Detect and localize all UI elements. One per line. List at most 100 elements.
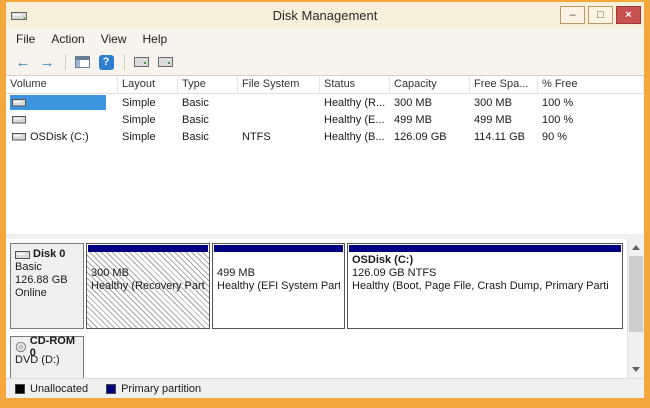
forward-button[interactable]: →: [36, 51, 58, 73]
disk-name: Disk 0: [33, 248, 65, 260]
cdrom-0-label[interactable]: CD-ROM 0 DVD (D:): [10, 336, 84, 378]
disk-0-partitions: 300 MB Healthy (Recovery Parti 499 MB He…: [86, 243, 623, 329]
legend-label: Primary partition: [121, 383, 201, 395]
toolbar-separator: [65, 54, 66, 70]
disk-status: Online: [15, 287, 79, 300]
menu-view[interactable]: View: [93, 30, 135, 48]
free-space-cell: 499 MB: [470, 114, 538, 126]
free-space-cell: 300 MB: [470, 97, 538, 109]
vertical-scrollbar[interactable]: [627, 239, 644, 378]
volume-selection: [10, 95, 106, 110]
back-icon: ←: [16, 55, 31, 70]
layout-cell: Simple: [118, 97, 178, 109]
volume-row-efi[interactable]: Simple Basic Healthy (E... 499 MB 499 MB…: [6, 111, 644, 128]
legend-bar: Unallocated Primary partition: [6, 378, 644, 398]
status-cell: Healthy (B...: [320, 131, 390, 143]
scroll-up-button[interactable]: [628, 239, 644, 256]
partition-size: 300 MB: [91, 267, 205, 280]
primary-partition-swatch: [106, 384, 116, 394]
type-cell: Basic: [178, 131, 238, 143]
unallocated-swatch: [15, 384, 25, 394]
partition-color-band: [88, 245, 208, 252]
column-header-type[interactable]: Type: [178, 76, 238, 93]
volume-icon: [12, 97, 26, 108]
capacity-cell: 499 MB: [390, 114, 470, 126]
scroll-up-icon: [632, 245, 640, 250]
capacity-cell: 126.09 GB: [390, 131, 470, 143]
menu-action[interactable]: Action: [43, 30, 92, 48]
free-space-cell: 114.11 GB: [470, 131, 538, 143]
file-system-cell: NTFS: [238, 131, 320, 143]
volume-cell: [6, 95, 118, 110]
volume-cell: OSDisk (C:): [6, 129, 118, 144]
toolbar-separator: [124, 54, 125, 70]
scroll-down-button[interactable]: [628, 361, 644, 378]
app-icon disk-icon[interactable]: [11, 9, 27, 22]
pct-free-cell: 90 %: [538, 131, 644, 143]
partition-status: Healthy (EFI System Partit: [217, 280, 340, 293]
partition-status: Healthy (Recovery Parti: [91, 280, 205, 293]
column-header-status[interactable]: Status: [320, 76, 390, 93]
column-header-volume[interactable]: Volume: [6, 76, 118, 93]
column-header-free-space[interactable]: Free Spa...: [470, 76, 538, 93]
disk-properties-button[interactable]: [154, 51, 176, 73]
volume-icon: [12, 114, 26, 125]
cdrom-media-area[interactable]: [86, 336, 623, 378]
disk-view-icon: [134, 57, 149, 67]
column-header-layout[interactable]: Layout: [118, 76, 178, 93]
minimize-button[interactable]: –: [560, 6, 585, 24]
volume-row-osdisk[interactable]: OSDisk (C:) Simple Basic NTFS Healthy (B…: [6, 128, 644, 145]
type-cell: Basic: [178, 97, 238, 109]
partition-name: OSDisk (C:): [352, 254, 618, 267]
status-cell: Healthy (R...: [320, 97, 390, 109]
cdrom-0-row: CD-ROM 0 DVD (D:): [10, 336, 623, 378]
close-button[interactable]: ×: [616, 6, 641, 24]
titlebar[interactable]: Disk Management – □ ×: [6, 2, 644, 28]
console-tree-icon: [75, 56, 90, 68]
window-title: Disk Management: [6, 8, 644, 23]
layout-cell: Simple: [118, 131, 178, 143]
volume-row-recovery[interactable]: Simple Basic Healthy (R... 300 MB 300 MB…: [6, 94, 644, 111]
maximize-button[interactable]: □: [588, 6, 613, 24]
legend-label: Unallocated: [30, 383, 88, 395]
disk-properties-icon: [158, 57, 173, 67]
legend-primary-partition: Primary partition: [106, 383, 201, 395]
scrollbar-thumb[interactable]: [629, 256, 643, 332]
partition-name: [91, 254, 205, 267]
volume-label: [10, 112, 114, 127]
capacity-cell: 300 MB: [390, 97, 470, 109]
disk-view-button[interactable]: [130, 51, 152, 73]
cd-rom-icon: [15, 341, 27, 353]
volume-cell: [6, 112, 118, 127]
column-header-file-system[interactable]: File System: [238, 76, 320, 93]
toolbar: ← → ?: [6, 49, 644, 76]
disk-0-label[interactable]: Disk 0 Basic 126.88 GB Online: [10, 243, 84, 329]
scroll-down-icon: [632, 367, 640, 372]
volume-label: OSDisk (C:): [10, 129, 114, 144]
disk-management-window: Disk Management – □ × File Action View H…: [0, 0, 650, 408]
column-header-pct-free[interactable]: % Free: [538, 76, 644, 93]
help-button[interactable]: ?: [95, 51, 117, 73]
help-icon: ?: [99, 55, 114, 70]
disk-icon: [15, 249, 30, 260]
column-header-capacity[interactable]: Capacity: [390, 76, 470, 93]
show-console-tree-button[interactable]: [71, 51, 93, 73]
back-button[interactable]: ←: [12, 51, 34, 73]
pct-free-cell: 100 %: [538, 97, 644, 109]
partition-size: 126.09 GB NTFS: [352, 267, 618, 280]
partition-name: [217, 254, 340, 267]
layout-cell: Simple: [118, 114, 178, 126]
disk-0-row: Disk 0 Basic 126.88 GB Online 300 MB Hea…: [10, 243, 623, 329]
graphical-view-pane: Disk 0 Basic 126.88 GB Online 300 MB Hea…: [6, 239, 644, 378]
type-cell: Basic: [178, 114, 238, 126]
menu-help[interactable]: Help: [135, 30, 176, 48]
partition-osdisk-c[interactable]: OSDisk (C:) 126.09 GB NTFS Healthy (Boot…: [347, 243, 623, 329]
menu-file[interactable]: File: [8, 30, 43, 48]
forward-icon: →: [40, 55, 55, 70]
window-inner: Disk Management – □ × File Action View H…: [6, 2, 644, 398]
partition-recovery[interactable]: 300 MB Healthy (Recovery Parti: [86, 243, 210, 329]
partition-efi[interactable]: 499 MB Healthy (EFI System Partit: [212, 243, 345, 329]
disk-size: 126.88 GB: [15, 274, 79, 287]
partition-size: 499 MB: [217, 267, 340, 280]
volume-name: OSDisk (C:): [30, 131, 89, 143]
